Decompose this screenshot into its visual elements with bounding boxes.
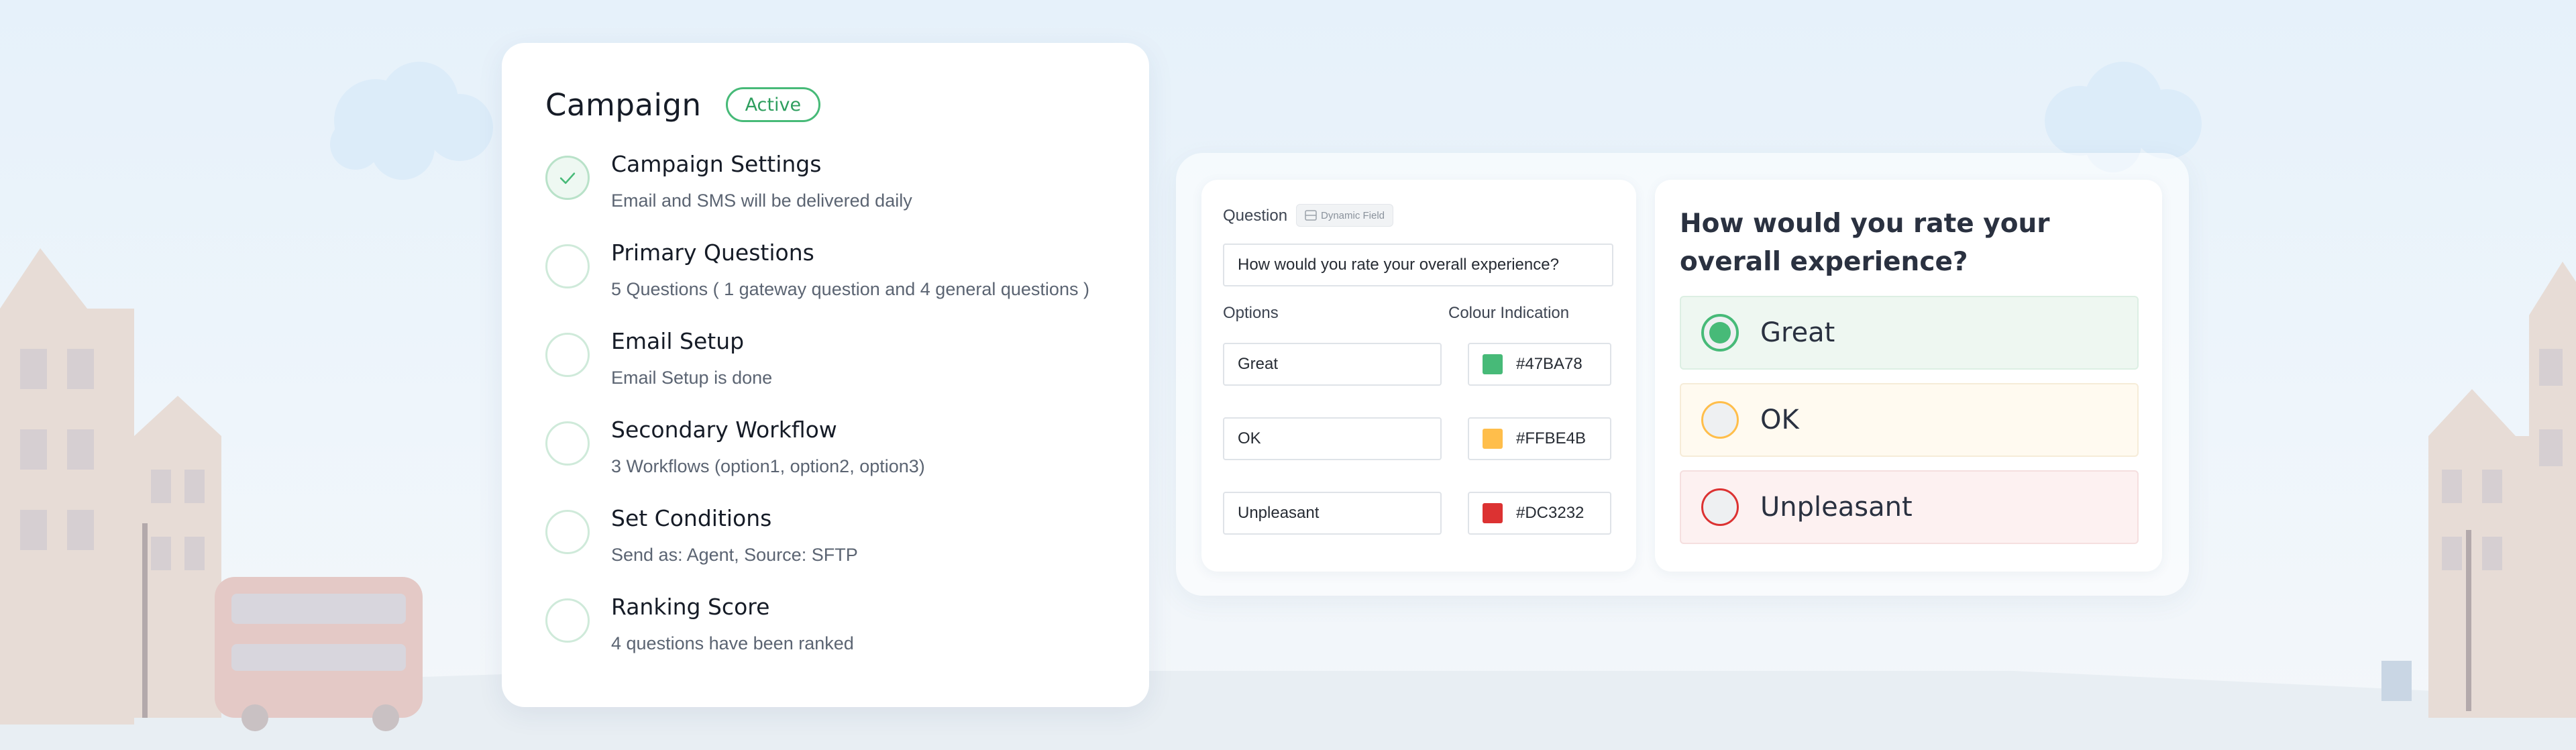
radio-button	[1701, 401, 1739, 439]
step-title: Secondary Workflow	[611, 417, 837, 443]
step-description: 3 Workflows (option1, option2, option3)	[611, 456, 925, 476]
option-input-ok[interactable]: OK	[1223, 417, 1442, 460]
step-description: Email and SMS will be delivered daily	[611, 190, 912, 211]
step-title: Campaign Settings	[611, 151, 822, 177]
check-icon	[559, 172, 576, 184]
step-status-circle	[545, 598, 590, 643]
step-status-circle	[545, 510, 590, 554]
preview-option-label: Unpleasant	[1760, 492, 1913, 523]
question-input[interactable]: How would you rate your overall experien…	[1223, 244, 1613, 286]
colour-hex: #47BA78	[1516, 355, 1582, 373]
step-description: Send as: Agent, Source: SFTP	[611, 544, 858, 565]
step-email-setup[interactable]: Email Setup Email Setup is done	[545, 329, 1106, 417]
status-badge: Active	[725, 87, 821, 122]
campaign-title: Campaign	[545, 87, 702, 123]
step-secondary-workflow[interactable]: Secondary Workflow 3 Workflows (option1,…	[545, 417, 1106, 506]
colour-hex: #FFBE4B	[1516, 429, 1587, 447]
step-status-circle	[545, 156, 590, 200]
colour-swatch	[1483, 503, 1503, 523]
preview-option-label: OK	[1760, 405, 1799, 435]
radio-selected-dot	[1709, 322, 1731, 343]
step-description: 4 questions have been ranked	[611, 633, 854, 653]
step-description: 5 Questions ( 1 gateway question and 4 g…	[611, 278, 1089, 299]
step-primary-questions[interactable]: Primary Questions 5 Questions ( 1 gatewa…	[545, 240, 1106, 329]
campaign-steps: Campaign Settings Email and SMS will be …	[545, 152, 1106, 683]
preview-option-great[interactable]: Great	[1680, 296, 2139, 370]
dynamic-field-label: Dynamic Field	[1321, 209, 1385, 221]
step-status-circle	[545, 244, 590, 288]
colour-swatch	[1483, 354, 1503, 374]
preview-option-ok[interactable]: OK	[1680, 383, 2139, 457]
step-title: Set Conditions	[611, 505, 772, 531]
colour-field-unpleasant[interactable]: #DC3232	[1468, 492, 1611, 535]
preview-option-unpleasant[interactable]: Unpleasant	[1680, 470, 2139, 544]
colour-swatch	[1483, 429, 1503, 449]
step-campaign-settings[interactable]: Campaign Settings Email and SMS will be …	[545, 152, 1106, 240]
options-label: Options	[1223, 304, 1279, 322]
radio-button	[1701, 488, 1739, 526]
step-ranking-score[interactable]: Ranking Score 4 questions have been rank…	[545, 594, 1106, 683]
question-label: Question	[1223, 207, 1288, 225]
campaign-header: Campaign Active	[545, 83, 1106, 126]
colour-indication-label: Colour Indication	[1448, 304, 1570, 322]
step-status-circle	[545, 333, 590, 377]
step-title: Primary Questions	[611, 239, 814, 266]
radio-button	[1701, 314, 1739, 352]
colour-field-great[interactable]: #47BA78	[1468, 343, 1611, 386]
campaign-card: Campaign Active Campaign Settings Email …	[502, 43, 1149, 707]
option-input-unpleasant[interactable]: Unpleasant	[1223, 492, 1442, 535]
question-form-card: Question Dynamic Field How would you rat…	[1201, 180, 1636, 572]
step-status-circle	[545, 421, 590, 466]
preview-question: How would you rate your overall experien…	[1680, 209, 2050, 277]
preview-option-label: Great	[1760, 317, 1835, 348]
step-description: Email Setup is done	[611, 367, 773, 388]
step-set-conditions[interactable]: Set Conditions Send as: Agent, Source: S…	[545, 506, 1106, 594]
field-icon	[1305, 210, 1317, 221]
colour-field-ok[interactable]: #FFBE4B	[1468, 417, 1611, 460]
dynamic-field-chip[interactable]: Dynamic Field	[1296, 204, 1394, 227]
option-input-great[interactable]: Great	[1223, 343, 1442, 386]
step-title: Ranking Score	[611, 594, 770, 620]
question-preview-card: How would you rate your overall experien…	[1655, 180, 2162, 572]
step-title: Email Setup	[611, 328, 745, 354]
colour-hex: #DC3232	[1516, 504, 1585, 522]
